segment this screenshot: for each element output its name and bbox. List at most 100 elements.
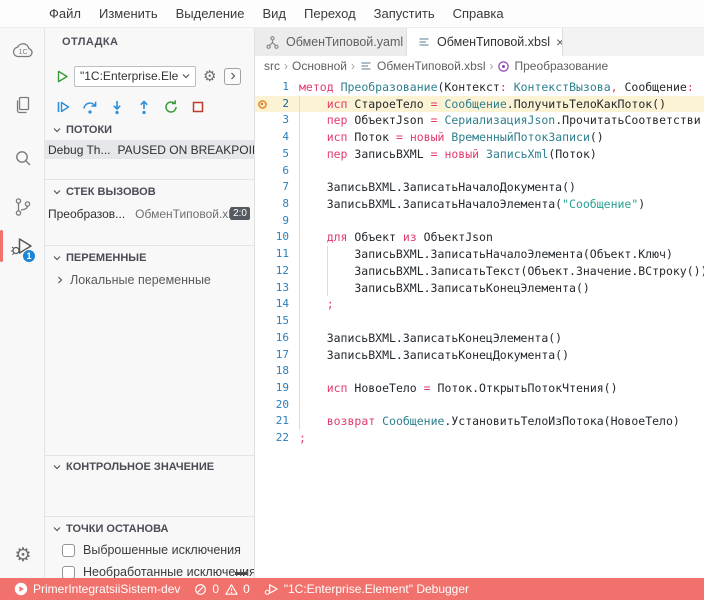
code-text[interactable]: ; <box>289 430 306 447</box>
line-number: 12 <box>269 263 289 280</box>
line-number: 22 <box>269 430 289 447</box>
line-number: 9 <box>269 213 289 230</box>
breadcrumb: src›Основной›ОбменТиповой.xbsl›Преобразо… <box>255 56 704 76</box>
warnings-status[interactable]: 0 <box>225 582 250 596</box>
code-text[interactable]: ; <box>289 296 334 313</box>
section-divider <box>45 245 254 246</box>
code-text[interactable]: исп НовоеТело = Поток.ОткрытьПотокЧтения… <box>289 380 618 397</box>
search-icon[interactable] <box>10 146 36 172</box>
code-text[interactable]: метод Преобразование(Контекст: КонтекстВ… <box>289 79 694 96</box>
code-line: 6 <box>255 163 704 180</box>
code-text[interactable]: ЗаписьВXML.ЗаписатьКонецДокумента() <box>289 347 569 364</box>
tab-active[interactable]: ОбменТиповой.xbsl× <box>407 28 563 56</box>
stack-frame-file: ОбменТиповой.xbsl <box>135 207 230 221</box>
continue-button[interactable] <box>55 99 71 115</box>
scrollbar-thumb[interactable] <box>235 572 247 575</box>
code-text[interactable]: для Объект из ОбъектJson <box>289 229 493 246</box>
code-text[interactable]: ЗаписьВXML.ЗаписатьНачалоДокумента() <box>289 179 576 196</box>
start-debug-button[interactable] <box>55 69 69 84</box>
tab-inactive[interactable]: ОбменТиповой.yaml <box>255 28 407 56</box>
section-divider <box>45 179 254 180</box>
onec-cloud-icon[interactable]: 1C <box>10 38 36 64</box>
debug-settings-gear-icon[interactable]: ⚙ <box>203 69 216 84</box>
open-panel-button[interactable] <box>224 68 241 85</box>
code-text[interactable]: ЗаписьВXML.ЗаписатьТекст(Объект.Значение… <box>289 263 704 280</box>
code-text[interactable]: ЗаписьВXML.ЗаписатьКонецЭлемента() <box>289 330 562 347</box>
threads-section-header[interactable]: ПОТОКИ <box>45 121 254 139</box>
local-variables-label: Локальные переменные <box>70 273 211 287</box>
files-icon[interactable] <box>10 92 36 118</box>
breakpoint-icon[interactable] <box>258 100 267 109</box>
step-into-button[interactable] <box>109 99 125 115</box>
menu-item-0[interactable]: Файл <box>40 0 90 27</box>
variables-section-header[interactable]: ПЕРЕМЕННЫЕ <box>45 249 254 267</box>
menu-item-1[interactable]: Изменить <box>90 0 167 27</box>
chevron-right-icon: › <box>351 59 355 73</box>
gutter-breakpoint-area[interactable] <box>255 100 269 109</box>
stop-button[interactable] <box>190 99 206 115</box>
debug-toolbar <box>45 96 254 118</box>
code-line: 19 исп НовоеТело = Поток.ОткрытьПотокЧте… <box>255 380 704 397</box>
variables-header-label: ПЕРЕМЕННЫЕ <box>66 252 146 264</box>
line-number: 13 <box>269 280 289 297</box>
step-out-button[interactable] <box>136 99 152 115</box>
code-text[interactable]: пер ЗаписьВXML = новый ЗаписьXml(Поток) <box>289 146 597 163</box>
menu-item-3[interactable]: Вид <box>254 0 296 27</box>
line-number: 15 <box>269 313 289 330</box>
code-area[interactable]: 1метод Преобразование(Контекст: Контекст… <box>255 76 704 578</box>
code-text[interactable]: пер ОбъектJson = СериализацияJson.Прочит… <box>289 112 701 129</box>
threads-header-label: ПОТОКИ <box>66 124 112 136</box>
watch-section-header[interactable]: КОНТРОЛЬНОЕ ЗНАЧЕНИЕ <box>45 458 254 476</box>
warning-count: 0 <box>243 582 250 596</box>
breadcrumb-item[interactable]: ОбменТиповой.xbsl <box>359 59 485 73</box>
checkbox-unchecked[interactable] <box>62 544 75 557</box>
breakpoint-item-1[interactable]: Необработанные исключения <box>45 561 254 578</box>
debug-play-icon <box>264 582 279 596</box>
chevron-right-icon <box>228 71 238 81</box>
local-variables-item[interactable]: Локальные переменные <box>45 270 254 289</box>
indent-guide <box>327 246 328 296</box>
stack-frame-position-badge: 2:0 <box>230 207 250 220</box>
breakpoint-item-0[interactable]: Выброшенные исключения <box>45 539 254 561</box>
breadcrumb-item[interactable]: Основной <box>292 59 347 73</box>
code-text[interactable]: исп СтароеТело = Сообщение.ПолучитьТелоК… <box>289 96 666 113</box>
settings-gear-icon[interactable]: ⚙ <box>10 542 36 568</box>
workspace-status[interactable]: PrimerIntegratsiiSistem-dev <box>14 582 180 596</box>
code-text[interactable]: ЗаписьВXML.ЗаписатьНачалоЭлемента(Объект… <box>289 246 673 263</box>
code-text[interactable]: ЗаписьВXML.ЗаписатьКонецЭлемента() <box>289 280 590 297</box>
checkbox-unchecked[interactable] <box>62 566 75 579</box>
callstack-section-header[interactable]: СТЕК ВЫЗОВОВ <box>45 183 254 201</box>
breadcrumb-item[interactable]: src <box>264 59 280 73</box>
debugger-status[interactable]: "1C:Enterprise.Element" Debugger <box>264 582 469 596</box>
chevron-down-icon <box>52 524 62 534</box>
menu-item-5[interactable]: Запустить <box>365 0 444 27</box>
code-line: 17 ЗаписьВXML.ЗаписатьКонецДокумента() <box>255 347 704 364</box>
close-icon[interactable]: × <box>556 35 563 49</box>
stack-frame-row[interactable]: Преобразов... ОбменТиповой.xbsl 2:0 <box>45 204 254 223</box>
debug-sidebar: ОТЛАДКА "1C:Enterprise.Ele ⚙ ПОТОКИ Debu… <box>45 28 255 578</box>
source-control-icon[interactable] <box>10 194 36 220</box>
code-text[interactable]: исп Поток = новый ВременныйПотокЗаписи() <box>289 129 604 146</box>
thread-row[interactable]: Debug Th... PAUSED ON BREAKPOINT <box>45 140 254 159</box>
run-config-select[interactable]: "1C:Enterprise.Ele <box>74 66 196 87</box>
menu-item-2[interactable]: Выделение <box>167 0 254 27</box>
active-view-indicator <box>0 230 3 262</box>
warning-icon <box>225 583 238 596</box>
step-over-button[interactable] <box>82 99 98 115</box>
activity-bar: 1C 1 ⚙ <box>0 28 45 578</box>
line-number: 16 <box>269 330 289 347</box>
code-text[interactable]: ЗаписьВXML.ЗаписатьНачалоЭлемента("Сообщ… <box>289 196 645 213</box>
code-text[interactable]: возврат Сообщение.УстановитьТелоИзПотока… <box>289 413 680 430</box>
svg-text:1C: 1C <box>19 49 28 56</box>
menu-item-6[interactable]: Справка <box>444 0 513 27</box>
restart-button[interactable] <box>163 99 179 115</box>
status-bar: PrimerIntegratsiiSistem-dev 0 0 "1C:Ente… <box>0 578 704 600</box>
errors-status[interactable]: 0 <box>194 582 219 596</box>
breakpoints-section-header[interactable]: ТОЧКИ ОСТАНОВА <box>45 520 254 538</box>
breadcrumb-item[interactable]: Преобразование <box>497 59 608 73</box>
menu-item-4[interactable]: Переход <box>295 0 365 27</box>
code-line: 20 <box>255 397 704 414</box>
code-line: 10 для Объект из ОбъектJson <box>255 229 704 246</box>
file-lines-icon <box>417 35 431 49</box>
error-count: 0 <box>212 582 219 596</box>
